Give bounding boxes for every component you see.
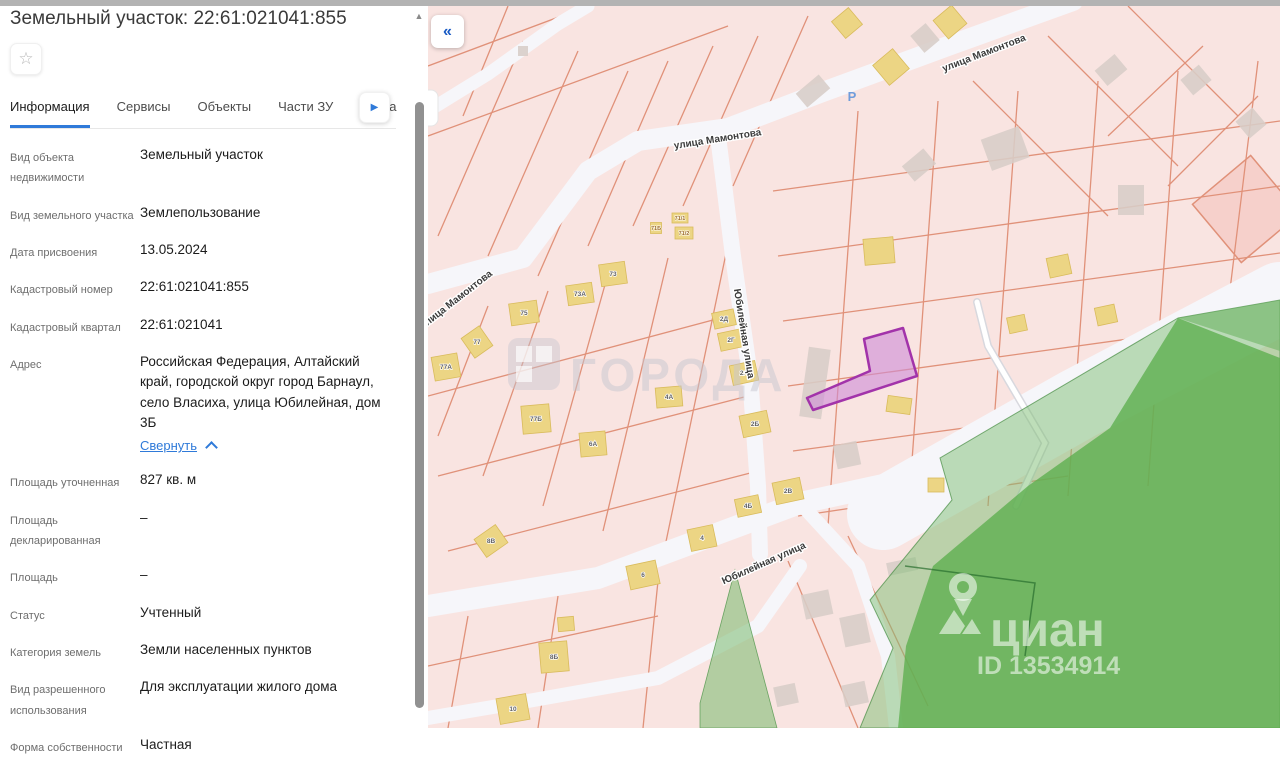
parcel-label: 77 xyxy=(473,339,481,346)
attribute-label: Форма собственности xyxy=(10,742,123,755)
attribute-row: Площадь уточненная 827 кв. м xyxy=(10,470,394,493)
parcel-label: 8В xyxy=(487,538,496,545)
top-window-strip xyxy=(0,0,1280,6)
parcel-label: 71/2 xyxy=(679,231,690,237)
cian-watermark-text: циан xyxy=(990,604,1105,657)
attribute-value: Частная xyxy=(140,737,192,753)
scroll-up-icon[interactable]: ▲ xyxy=(410,6,428,21)
address-collapse-link[interactable]: Свернуть xyxy=(140,436,218,456)
parcel-label: 71Б xyxy=(651,226,661,232)
double-chevron-left-icon: « xyxy=(443,22,452,40)
attribute-row-address: Адрес Российская Федерация, Алтайский кр… xyxy=(10,352,394,456)
building xyxy=(518,46,528,56)
attribute-value: 13.05.2024 xyxy=(140,242,208,258)
attribute-label: Кадастровый номер xyxy=(10,284,113,297)
parcel-label: 2Б xyxy=(751,421,760,428)
attribute-label: Кадастровый квартал xyxy=(10,321,121,334)
star-icon: ☆ xyxy=(18,49,34,68)
attribute-row: Дата присвоения 13.05.2024 xyxy=(10,240,394,263)
parcel-label: 2Д xyxy=(720,316,729,323)
attribute-label: Вид разрешенного использования xyxy=(10,684,106,717)
parcel-label: 77Б xyxy=(530,416,542,423)
tabs-scroll-right-button[interactable]: ▶ xyxy=(359,92,390,123)
building xyxy=(556,615,576,633)
parcel-label: 10 xyxy=(509,706,517,713)
parcel-label: 2В xyxy=(784,488,793,495)
attribute-row: Вид земельного участка Землепользование xyxy=(10,203,394,226)
building xyxy=(927,477,945,493)
building xyxy=(862,236,896,266)
arrow-right-icon: ▶ xyxy=(370,102,379,113)
attribute-row: Площадь – xyxy=(10,565,394,588)
attribute-label: Площадь xyxy=(10,572,58,585)
cian-watermark-id: ID 13534914 xyxy=(977,652,1120,680)
attribute-label: Вид земельного участка xyxy=(10,209,134,222)
hidden-map-button-sliver[interactable] xyxy=(428,89,439,127)
tab-objects[interactable]: Объекты xyxy=(197,90,251,128)
building xyxy=(1093,303,1119,327)
attribute-row: Вид объекта недвижимости Земельный участ… xyxy=(10,145,394,189)
attribute-value: Учтенный xyxy=(140,604,202,620)
attribute-label: Дата присвоения xyxy=(10,247,98,260)
goroda-logo-icon xyxy=(508,338,560,390)
tab-services[interactable]: Сервисы xyxy=(117,90,171,128)
attribute-row: Статус Учтенный xyxy=(10,603,394,626)
attribute-value: Земли населенных пунктов xyxy=(140,642,312,658)
page-title: Земельный участок: 22:61:021041:855 xyxy=(10,8,347,29)
attribute-value: – xyxy=(140,567,148,583)
attribute-label: Адрес xyxy=(10,359,42,372)
parcel-label: 4 xyxy=(700,535,704,542)
building xyxy=(1006,313,1028,335)
tab-information[interactable]: Информация xyxy=(10,90,90,128)
attribute-label: Статус xyxy=(10,609,45,622)
attribute-label: Площадь уточненная xyxy=(10,477,120,490)
parcel-label: 6 xyxy=(641,572,645,579)
collapse-panel-button[interactable]: « xyxy=(431,15,464,48)
building xyxy=(1118,185,1144,215)
address-text: Российская Федерация, Алтайский край, го… xyxy=(140,354,381,430)
attribute-row: Кадастровый номер 22:61:021041:855 xyxy=(10,277,394,300)
attribute-value: Для эксплуатации жилого дома xyxy=(140,679,338,695)
parcel-label: 8Б xyxy=(550,654,559,661)
attribute-value: – xyxy=(140,509,148,525)
tab-bar: Информация Сервисы Объекты Части ЗУ Сост… xyxy=(10,90,396,129)
attribute-value: Земельный участок xyxy=(140,147,263,162)
parcel-label: 4А xyxy=(665,394,674,401)
tab-parts[interactable]: Части ЗУ xyxy=(278,90,333,128)
parking-icon: Р xyxy=(848,89,857,104)
building xyxy=(832,440,862,470)
attribute-label: Категория земель xyxy=(10,647,101,660)
attribute-row: Кадастровый квартал 22:61:021041 xyxy=(10,315,394,338)
attribute-value: 827 кв. м xyxy=(140,472,197,488)
attribute-row: Форма собственности Частная xyxy=(10,735,394,758)
attribute-label: Площадь декларированная xyxy=(10,514,101,547)
info-panel: Земельный участок: 22:61:021041:855 ☆ Ин… xyxy=(0,6,412,754)
chevron-up-icon xyxy=(205,440,218,454)
attribute-value: Землепользование xyxy=(140,204,261,220)
parcel-label: 73 xyxy=(609,271,617,278)
parcel-label: 75 xyxy=(520,310,528,317)
building xyxy=(885,394,913,416)
cadastral-map[interactable]: ГОРОДА 73 73А 75 77 77А 77Б 6А 4А 2Д 2Г … xyxy=(428,6,1280,728)
attribute-list: Вид объекта недвижимости Земельный участ… xyxy=(10,145,412,758)
attribute-label: Вид объекта недвижимости xyxy=(10,152,85,185)
parcel-label: 2Г xyxy=(727,337,735,344)
scrollbar-thumb[interactable] xyxy=(415,102,424,708)
favorite-button[interactable]: ☆ xyxy=(10,43,42,75)
attribute-value: Российская Федерация, Алтайский край, го… xyxy=(140,352,394,456)
attribute-value: 22:61:021041 xyxy=(140,316,223,332)
attribute-row: Площадь декларированная – xyxy=(10,508,394,552)
parcel-label: 71/1 xyxy=(675,216,686,222)
panel-scrollbar[interactable]: ▲ xyxy=(410,6,428,728)
parcel-label: 6А xyxy=(589,441,598,448)
parcel-label: 73А xyxy=(574,291,586,298)
parcel-label: 4Б xyxy=(744,503,753,510)
parcel-label: 77А xyxy=(440,364,452,371)
attribute-row: Категория земель Земли населенных пункто… xyxy=(10,640,394,663)
building xyxy=(1045,253,1073,279)
attribute-value: 22:61:021041:855 xyxy=(140,279,249,295)
attribute-row: Вид разрешенного использования Для экспл… xyxy=(10,677,394,721)
